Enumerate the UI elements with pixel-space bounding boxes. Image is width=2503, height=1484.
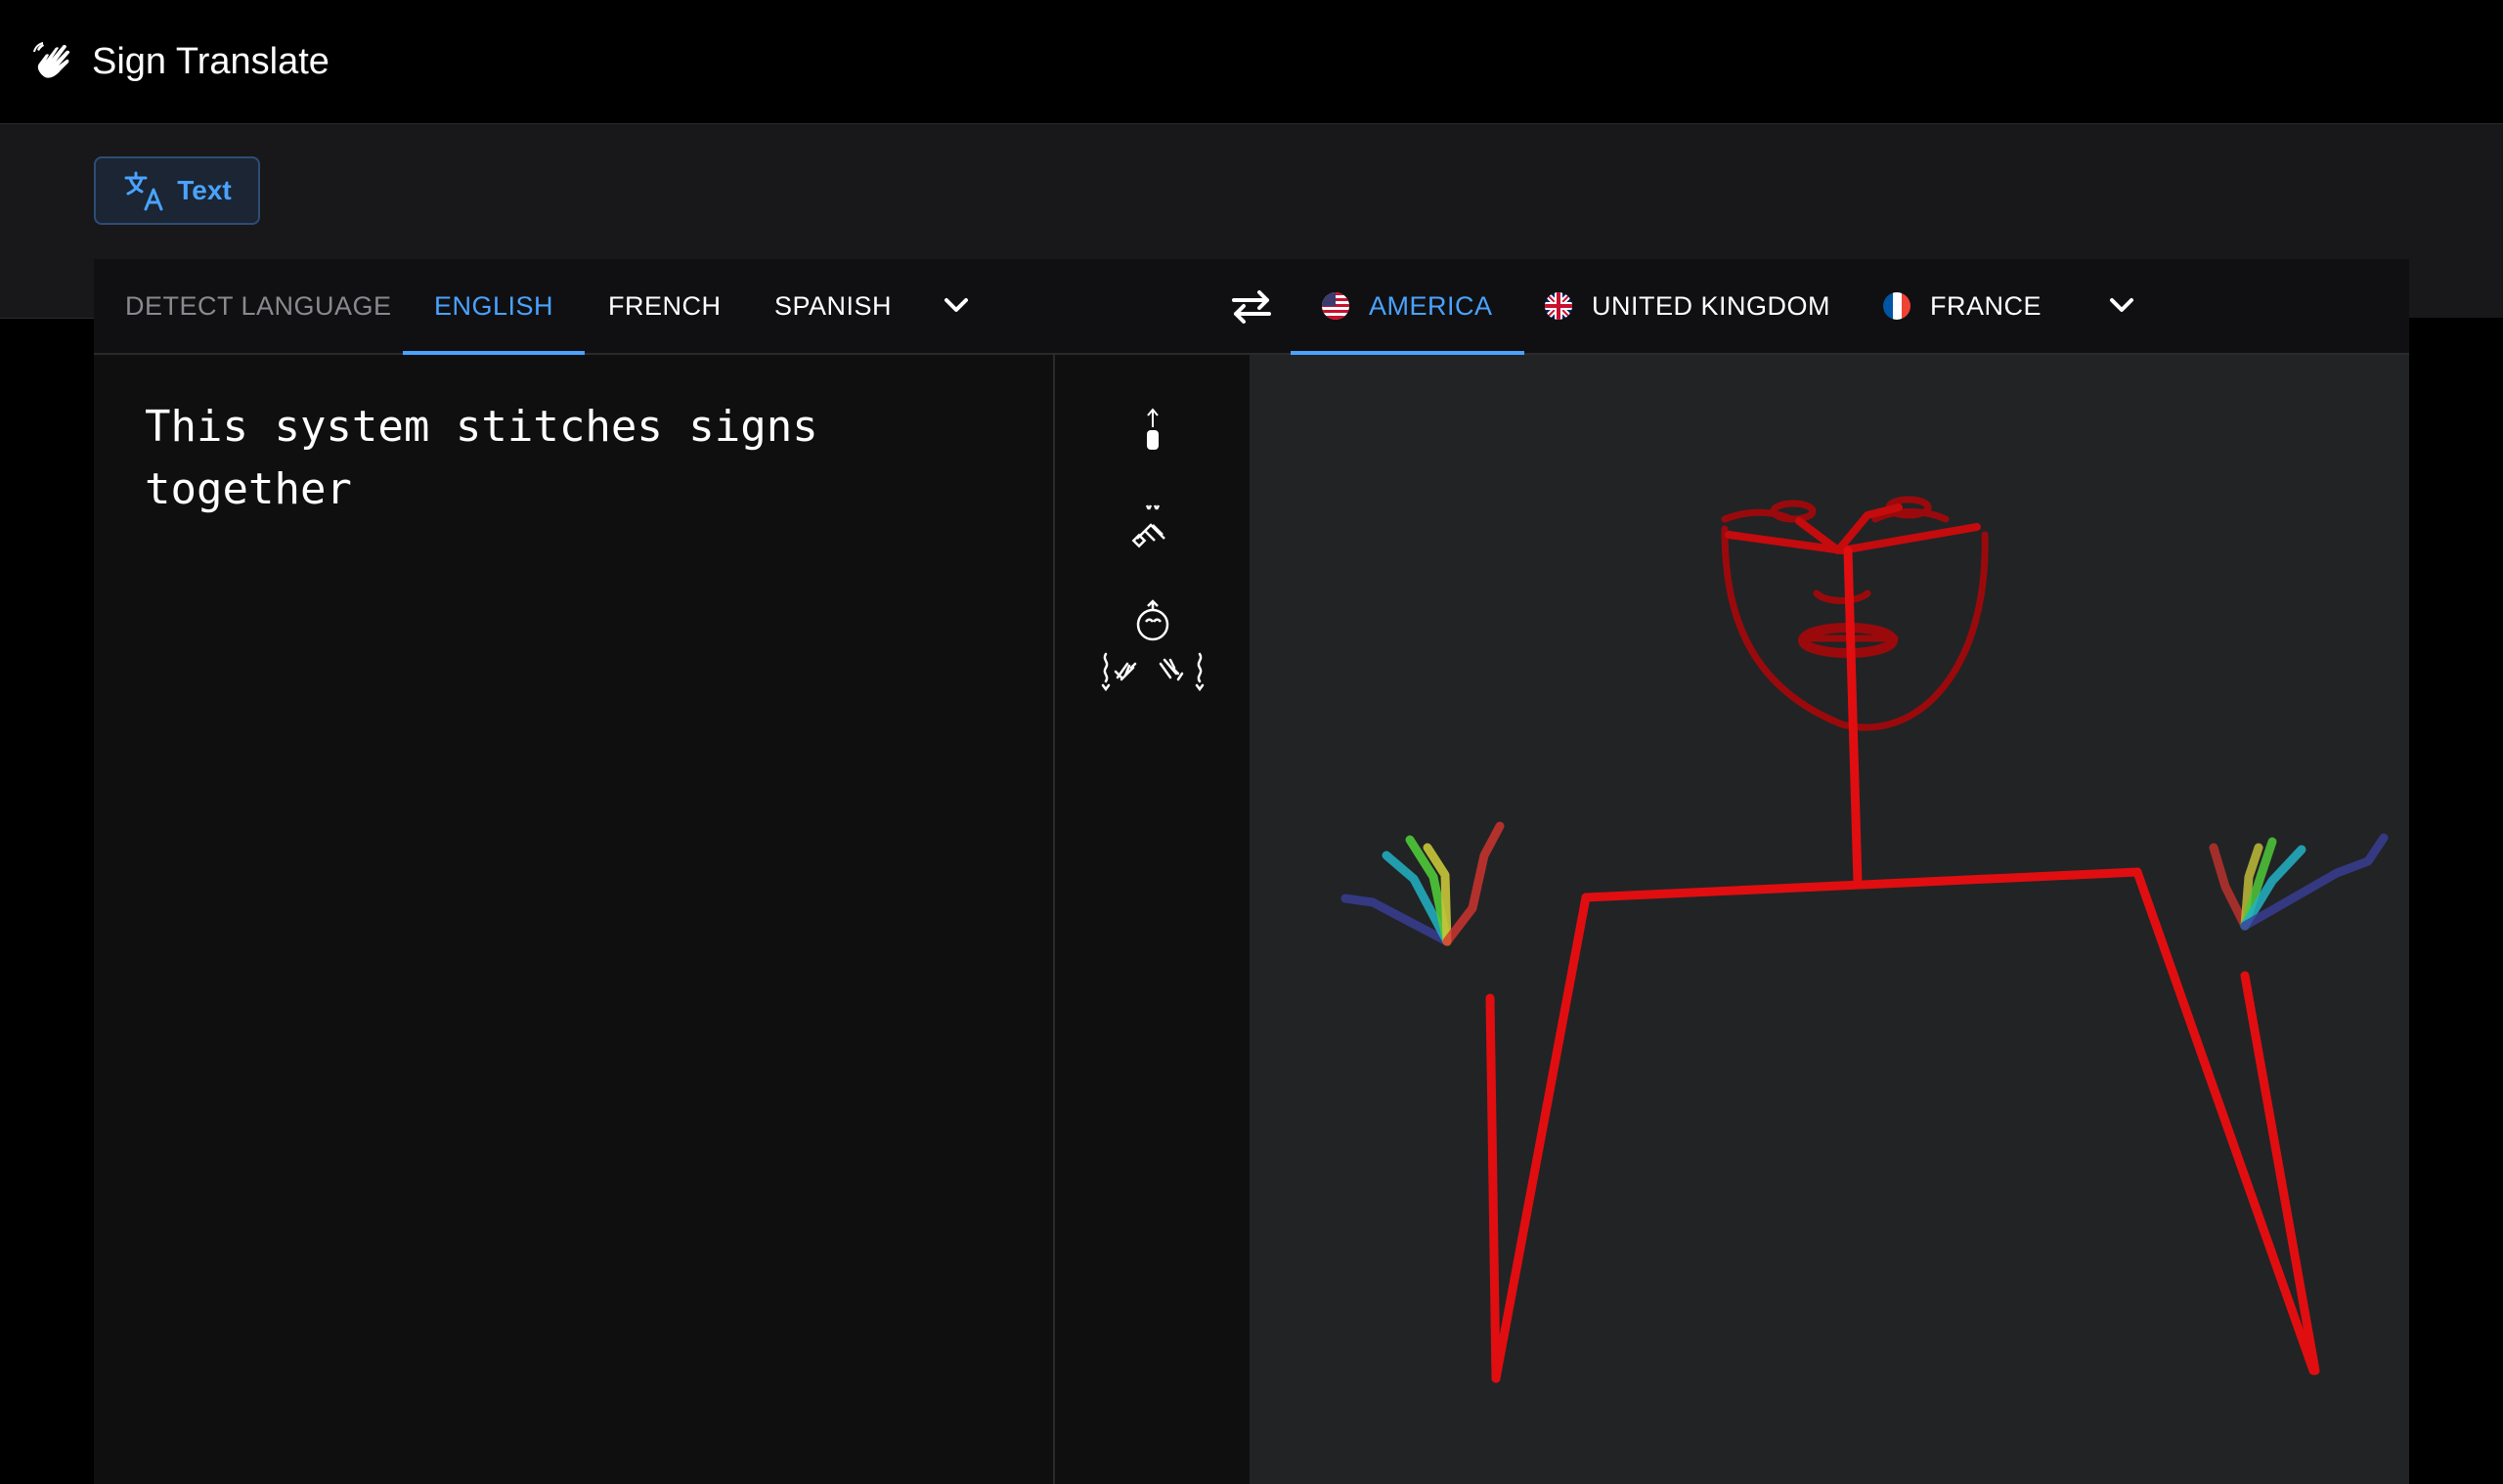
signwriting-sign-1-icon[interactable]: [1135, 406, 1170, 453]
chevron-down-icon[interactable]: [2102, 286, 2141, 326]
tab-label: DETECT LANGUAGE: [125, 290, 392, 321]
tab-label: SPANISH: [774, 290, 893, 321]
tab-united-kingdom[interactable]: UNITED KINGDOM: [1545, 259, 1830, 353]
tab-french[interactable]: FRENCH: [608, 259, 722, 353]
tab-label: FRANCE: [1930, 290, 2042, 321]
pose-right-hand: [2209, 833, 2389, 931]
signwriting-sign-2-icon[interactable]: [1127, 500, 1178, 550]
us-flag-icon: [1322, 292, 1349, 320]
page-background: [2409, 318, 2503, 1484]
pose-skeleton: [1340, 496, 2389, 1383]
pose-left-hand: [1340, 821, 1505, 946]
translation-card: DETECT LANGUAGE ENGLISH FRENCH SPANISH A…: [94, 259, 2409, 1484]
uk-flag-icon: [1545, 292, 1572, 320]
brand[interactable]: Sign Translate: [31, 38, 329, 85]
translate-icon: [124, 171, 163, 211]
waving-hands-icon: [33, 42, 70, 78]
tab-label: ENGLISH: [434, 290, 554, 321]
tab-label: UNITED KINGDOM: [1592, 290, 1831, 321]
tab-label: AMERICA: [1369, 290, 1493, 321]
tab-spanish[interactable]: SPANISH: [774, 259, 892, 353]
fr-flag-icon: [1883, 292, 1910, 320]
text-mode-label: Text: [177, 175, 232, 205]
text-mode-button[interactable]: Text: [94, 156, 260, 225]
source-text[interactable]: This system stitches signs together: [145, 396, 986, 521]
language-bar: DETECT LANGUAGE ENGLISH FRENCH SPANISH A…: [94, 259, 2409, 355]
top-app-bar: Sign Translate: [0, 0, 2503, 124]
app-title: Sign Translate: [92, 40, 329, 82]
swap-arrows-icon[interactable]: [1228, 283, 1275, 329]
signwriting-column: [1055, 355, 1250, 1484]
tab-france[interactable]: FRANCE: [1883, 259, 2042, 353]
source-text-area[interactable]: This system stitches signs together: [94, 355, 1053, 1484]
tab-detect-language[interactable]: DETECT LANGUAGE: [125, 259, 392, 353]
signwriting-sign-3-icon[interactable]: [1129, 597, 1176, 644]
tab-america[interactable]: AMERICA: [1291, 259, 1524, 355]
pose-body: [1485, 546, 2320, 1383]
chevron-down-icon[interactable]: [937, 286, 976, 326]
pose-visualization: [1250, 355, 2409, 1484]
tab-english[interactable]: ENGLISH: [403, 259, 586, 355]
signwriting-sign-4-icon[interactable]: [1098, 648, 1208, 695]
tab-label: FRENCH: [608, 290, 722, 321]
